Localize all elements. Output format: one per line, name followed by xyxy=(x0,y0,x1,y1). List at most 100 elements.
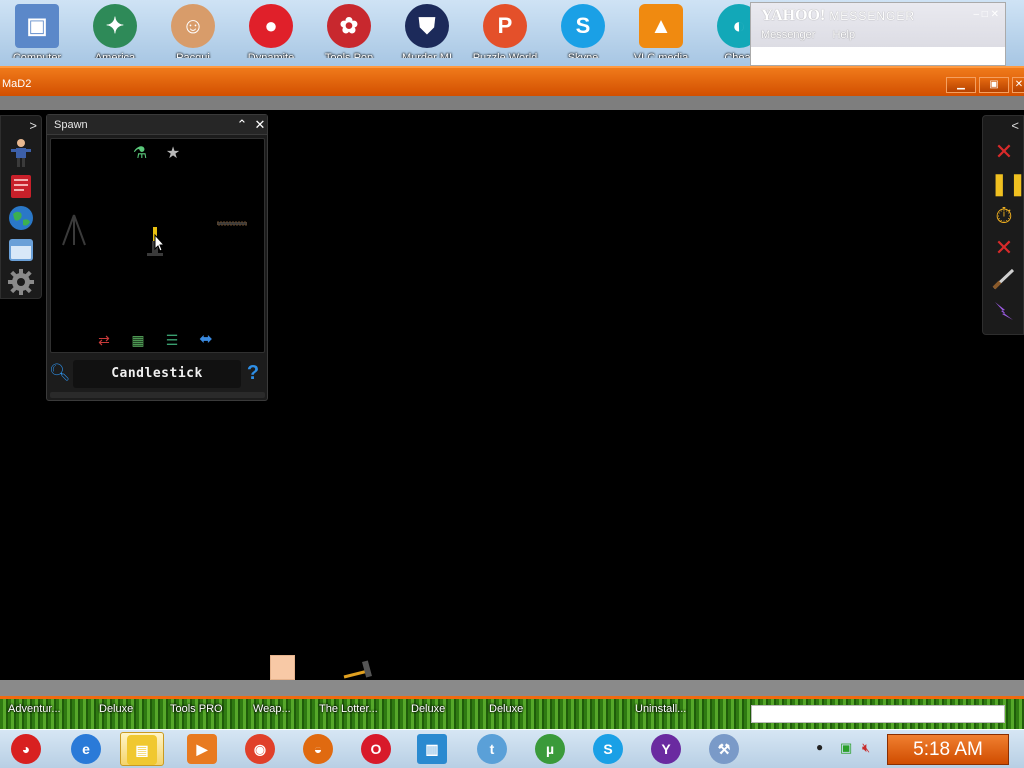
taskbar-app-blocks[interactable]: ▥ xyxy=(410,732,454,766)
taskbar-yahoo[interactable]: Y xyxy=(644,732,688,766)
taskbar-utorrent[interactable]: µ xyxy=(528,732,572,766)
list-icon[interactable]: ☰ xyxy=(163,331,181,349)
collapse-button[interactable]: ⌃ xyxy=(233,116,251,134)
taskbar-chrome[interactable]: ◉ xyxy=(238,732,282,766)
desktop-label[interactable]: Tools PRO xyxy=(170,703,223,715)
desktop-icon-vlc[interactable]: ▲ VLC media xyxy=(626,4,696,66)
vlc-cone-icon: ▲ xyxy=(639,4,683,48)
angry-bird-icon: ◕ xyxy=(11,734,41,764)
settings-tool[interactable] xyxy=(7,268,35,296)
chevron-left-icon[interactable]: < xyxy=(1011,118,1019,133)
desktop-icon-america[interactable]: ✦ America xyxy=(80,4,150,66)
utorrent-icon: µ xyxy=(535,734,565,764)
spawn-item-tool[interactable] xyxy=(7,172,35,200)
desktop-icon-pacqui[interactable]: ☺ Pacqui xyxy=(158,4,228,66)
sliders-icon[interactable]: ⇄ xyxy=(95,331,113,349)
start-button[interactable]: ◕ xyxy=(4,732,48,766)
chevron-right-icon[interactable]: > xyxy=(29,118,37,133)
screen: ▣ Computer ✦ America ☺ Pacqui ● Dynamite… xyxy=(0,0,1024,768)
taskbar-gtalk[interactable]: t xyxy=(470,732,514,766)
yahoo-logo-text: YAHOO! xyxy=(761,7,826,24)
desktop-icon-label: Tools Pop xyxy=(324,52,374,58)
close-icon: ✕ xyxy=(1014,79,1024,90)
computer-icon: ▣ xyxy=(15,4,59,48)
environment-tool[interactable] xyxy=(7,204,35,232)
pause-icon: ❚❚ xyxy=(990,171,1024,196)
network-icon[interactable]: ▣ xyxy=(840,740,852,756)
ball-icon: ● xyxy=(249,4,293,48)
maximize-icon[interactable]: □ xyxy=(982,9,988,20)
taskbar-clock[interactable]: 5:18 AM xyxy=(887,734,1009,765)
desktop-label[interactable]: Deluxe xyxy=(99,703,133,715)
spawn-character-tool[interactable] xyxy=(7,138,35,167)
stopwatch-icon: ⏱ xyxy=(995,203,1013,228)
window-title: MaD2 xyxy=(2,78,32,90)
desktop-label[interactable]: Deluxe xyxy=(489,703,523,715)
minimize-icon[interactable]: – xyxy=(973,9,979,20)
desktop-icon-skype[interactable]: S Skype xyxy=(548,4,618,66)
desktop-label[interactable]: Adventur... xyxy=(8,703,61,715)
scene-hammer[interactable] xyxy=(342,657,376,681)
spawn-preview-area[interactable]: ⚗ ★ ⇄ ▦ ☰ ⬌ xyxy=(50,138,265,353)
desktop-icon-puzzle-world[interactable]: P Puzzle World xyxy=(470,4,540,66)
taskbar-skype[interactable]: S xyxy=(586,732,630,766)
taskbar-media-player[interactable]: ▶ xyxy=(180,732,224,766)
clear-all-button[interactable]: ✕ xyxy=(990,138,1018,166)
tray-dot-icon[interactable]: ● xyxy=(816,740,823,754)
window-icon xyxy=(9,239,33,261)
taskbar-game[interactable]: ⚒ xyxy=(702,732,746,766)
desktop-icon-tools-pop[interactable]: ✿ Tools Pop xyxy=(314,4,384,66)
desktop-icon-row: ▣ Computer ✦ America ☺ Pacqui ● Dynamite… xyxy=(0,0,1024,66)
lightning-tool-button[interactable] xyxy=(990,298,1018,326)
desktop-bottom-row: Adventur... Deluxe Tools PRO Weap... The… xyxy=(0,696,1024,729)
shield-icon: ⛊ xyxy=(405,4,449,48)
plank-item-icon[interactable] xyxy=(217,221,247,227)
selected-item-name[interactable]: Candlestick xyxy=(73,360,241,388)
spawn-panel-header[interactable]: Spawn ⌃ ✕ xyxy=(47,115,267,135)
desktop-icon-murder-mi[interactable]: ⛊ Murder MI xyxy=(392,4,462,66)
minimize-button[interactable]: ▁ xyxy=(946,77,976,93)
yahoo-menu-messenger[interactable]: Messenger xyxy=(761,29,815,41)
left-toolbar: > xyxy=(0,115,42,299)
yahoo-menu-help[interactable]: Help xyxy=(832,29,855,41)
star-icon[interactable]: ★ xyxy=(164,145,182,163)
talk-icon: t xyxy=(477,734,507,764)
chevron-up-icon: ⌃ xyxy=(236,117,248,132)
save-load-tool[interactable] xyxy=(7,236,35,264)
desktop-label[interactable]: Weap... xyxy=(253,703,291,715)
maximize-button[interactable]: ▣ xyxy=(979,77,1009,93)
desktop-label[interactable]: The Lotter... xyxy=(319,703,378,715)
tripod-item-icon[interactable] xyxy=(61,213,87,247)
grid-icon[interactable]: ▦ xyxy=(129,331,147,349)
desktop-label[interactable]: Uninstall... xyxy=(635,703,686,715)
help-icon[interactable]: ? xyxy=(241,361,265,385)
desktop-icon-label: Pacqui xyxy=(176,52,210,58)
slow-motion-button[interactable]: ⏱ xyxy=(990,202,1018,230)
desktop-icon-label: Skype xyxy=(567,52,599,58)
desktop-label[interactable]: Deluxe xyxy=(411,703,445,715)
ragdoll-icon: ⚒ xyxy=(709,734,739,764)
yahoo-messenger-window[interactable]: YAHOO! MESSENGER Messenger Help – □ ✕ xyxy=(750,2,1006,66)
taskbar-ie[interactable]: e xyxy=(64,732,108,766)
volume-muted-icon[interactable]: 🔇︎ xyxy=(862,740,870,756)
swap-arrows-icon[interactable]: ⬌ xyxy=(197,331,215,349)
taskbar-opera[interactable]: O xyxy=(354,732,398,766)
yahoo-status-input[interactable] xyxy=(751,705,1005,723)
close-button[interactable]: ✕ xyxy=(1012,77,1024,93)
scene-crate[interactable] xyxy=(270,655,295,680)
candlestick-item-icon[interactable] xyxy=(143,225,167,259)
close-panel-button[interactable]: ✕ xyxy=(251,116,269,134)
globe-icon xyxy=(9,206,33,230)
desktop-icon-computer[interactable]: ▣ Computer xyxy=(2,4,72,66)
taskbar-explorer[interactable]: ▤ xyxy=(120,732,164,766)
desktop-icon-dynamite[interactable]: ● Dynamite xyxy=(236,4,306,66)
search-icon[interactable]: 🔍︎ xyxy=(49,363,71,385)
app-title-bar[interactable]: MaD2 ▁ ▣ ✕ xyxy=(0,66,1024,96)
compass-icon: ✦ xyxy=(93,4,137,48)
flask-icon[interactable]: ⚗ xyxy=(131,145,149,163)
delete-button[interactable]: ✕ xyxy=(990,234,1018,262)
close-icon[interactable]: ✕ xyxy=(991,9,999,20)
pause-button[interactable]: ❚❚ xyxy=(990,170,1024,198)
knife-tool-button[interactable] xyxy=(990,266,1018,294)
taskbar-firefox[interactable]: ◒ xyxy=(296,732,340,766)
